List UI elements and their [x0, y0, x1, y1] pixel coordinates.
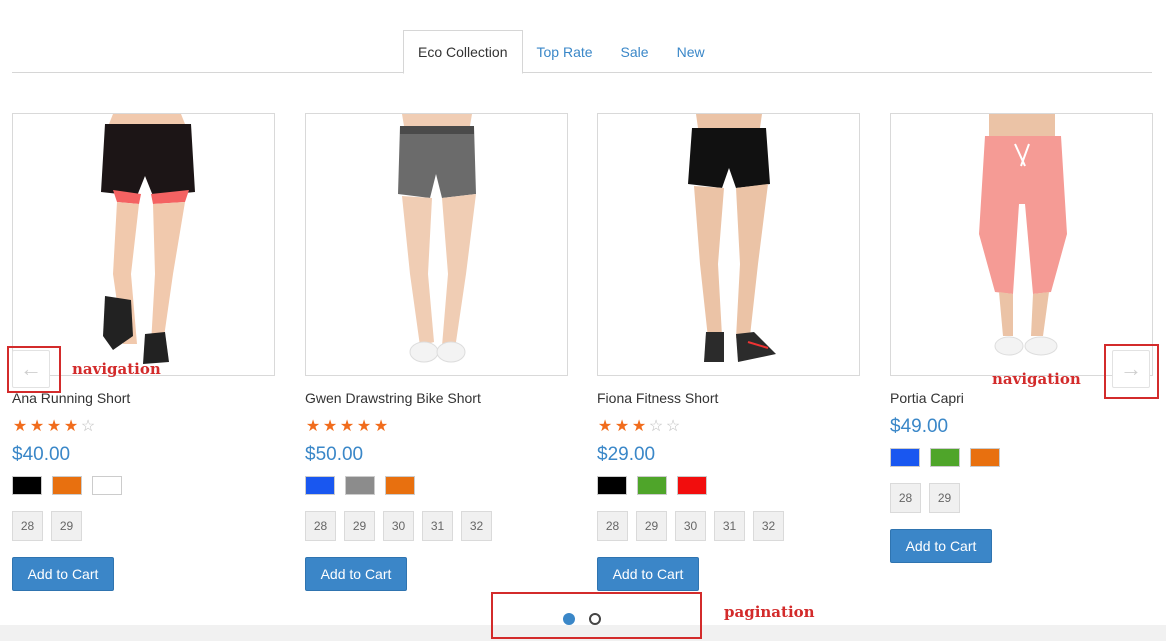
product-photo-ana	[101, 114, 195, 364]
product-price: $29.00	[597, 444, 656, 465]
rating-stars: ★ ★ ★ ☆ ☆	[597, 419, 860, 435]
color-swatches	[890, 448, 1153, 468]
star-empty-icon: ☆	[80, 418, 96, 435]
product-card: Portia Capri $49.00 28 29 Add to Cart	[890, 113, 1153, 563]
size-options: 28 29	[890, 483, 1153, 513]
size-option[interactable]: 31	[714, 511, 745, 541]
product-name[interactable]: Fiona Fitness Short	[597, 390, 860, 410]
color-swatches	[12, 476, 275, 496]
star-icon: ★	[29, 418, 45, 435]
star-icon: ★	[12, 418, 28, 435]
tab-sale[interactable]: Sale	[607, 30, 663, 73]
product-name[interactable]: Gwen Drawstring Bike Short	[305, 390, 568, 410]
pagination-dot[interactable]	[589, 613, 601, 625]
star-icon: ★	[63, 418, 79, 435]
product-price: $40.00	[12, 444, 71, 465]
add-to-cart-button[interactable]: Add to Cart	[890, 529, 992, 563]
star-icon: ★	[631, 418, 647, 435]
color-swatch-green[interactable]	[930, 448, 960, 467]
size-option[interactable]: 29	[344, 511, 375, 541]
color-swatches	[597, 476, 860, 496]
product-card: Gwen Drawstring Bike Short ★ ★ ★ ★ ★ $50…	[305, 113, 568, 591]
color-swatch-green[interactable]	[637, 476, 667, 495]
color-swatch-gray[interactable]	[345, 476, 375, 495]
color-swatch-orange[interactable]	[970, 448, 1000, 467]
add-to-cart-button[interactable]: Add to Cart	[597, 557, 699, 591]
size-option[interactable]: 29	[929, 483, 960, 513]
product-image[interactable]	[890, 113, 1153, 376]
size-option[interactable]: 28	[597, 511, 628, 541]
star-icon: ★	[339, 418, 355, 435]
size-option[interactable]: 28	[305, 511, 336, 541]
size-options: 28 29 30 31 32	[305, 511, 568, 541]
color-swatch-orange[interactable]	[385, 476, 415, 495]
annotation-label-nav-left: navigation	[72, 360, 161, 378]
add-to-cart-button[interactable]: Add to Cart	[305, 557, 407, 591]
star-icon: ★	[356, 418, 372, 435]
tab-top-rate[interactable]: Top Rate	[523, 30, 607, 73]
color-swatch-blue[interactable]	[890, 448, 920, 467]
product-price: $49.00	[890, 416, 949, 437]
star-icon: ★	[597, 418, 613, 435]
annotation-box-nav-right	[1104, 344, 1159, 399]
tab-eco-collection[interactable]: Eco Collection	[403, 30, 523, 74]
star-icon: ★	[322, 418, 338, 435]
product-photo-portia	[979, 114, 1067, 356]
color-swatch-white[interactable]	[92, 476, 122, 495]
star-empty-icon: ☆	[665, 418, 681, 435]
star-icon: ★	[305, 418, 321, 435]
tab-list: Eco Collection Top Rate Sale New	[403, 30, 719, 74]
size-option[interactable]: 29	[51, 511, 82, 541]
size-option[interactable]: 31	[422, 511, 453, 541]
product-photo-gwen	[398, 114, 476, 363]
size-option[interactable]: 28	[890, 483, 921, 513]
star-empty-icon: ☆	[648, 418, 664, 435]
size-option[interactable]: 32	[461, 511, 492, 541]
product-photo-fiona	[688, 114, 776, 362]
pagination-dot-active[interactable]	[563, 613, 575, 625]
size-option[interactable]: 28	[12, 511, 43, 541]
color-swatch-black[interactable]	[597, 476, 627, 495]
product-image[interactable]	[597, 113, 860, 376]
add-to-cart-button[interactable]: Add to Cart	[12, 557, 114, 591]
size-option[interactable]: 30	[675, 511, 706, 541]
annotation-box-nav-left	[7, 346, 61, 393]
annotation-label-nav-right: navigation	[992, 370, 1081, 388]
color-swatch-black[interactable]	[12, 476, 42, 495]
annotation-label-pagination: pagination	[724, 603, 815, 621]
product-image[interactable]	[12, 113, 275, 376]
size-options: 28 29	[12, 511, 275, 541]
tab-new[interactable]: New	[663, 30, 719, 73]
color-swatch-red[interactable]	[677, 476, 707, 495]
star-icon: ★	[46, 418, 62, 435]
size-option[interactable]: 29	[636, 511, 667, 541]
color-swatch-blue[interactable]	[305, 476, 335, 495]
product-name[interactable]: Ana Running Short	[12, 390, 275, 410]
size-option[interactable]: 30	[383, 511, 414, 541]
size-options: 28 29 30 31 32	[597, 511, 860, 541]
star-icon: ★	[373, 418, 389, 435]
rating-stars: ★ ★ ★ ★ ★	[305, 419, 568, 435]
star-icon: ★	[614, 418, 630, 435]
color-swatch-orange[interactable]	[52, 476, 82, 495]
product-card: Fiona Fitness Short ★ ★ ★ ☆ ☆ $29.00 28 …	[597, 113, 860, 591]
color-swatches	[305, 476, 568, 496]
rating-stars: ★ ★ ★ ★ ☆	[12, 419, 275, 435]
size-option[interactable]: 32	[753, 511, 784, 541]
product-image[interactable]	[305, 113, 568, 376]
product-tabs: Eco Collection Top Rate Sale New	[12, 30, 1152, 74]
product-price: $50.00	[305, 444, 364, 465]
